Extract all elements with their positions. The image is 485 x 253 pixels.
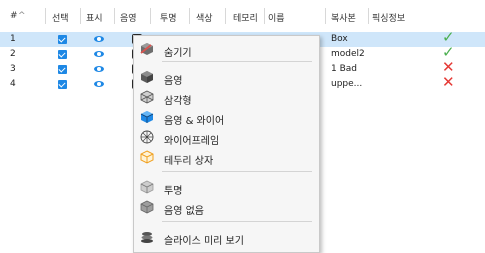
menu-item-label: 슬라이스 미리 보기 — [164, 236, 244, 247]
select-checkbox[interactable] — [58, 35, 67, 44]
column-header-color[interactable]: 색상 — [196, 11, 213, 24]
menu-item-shaded-wire[interactable]: 음영 & 와이어 — [134, 108, 319, 127]
sort-indicator-icon: ^ — [18, 11, 26, 21]
object-name: model2 — [331, 49, 365, 59]
visibility-eye-icon[interactable] — [94, 81, 104, 87]
column-header-select[interactable]: 선택 — [52, 11, 69, 24]
menu-item-hide[interactable]: 숨기기 — [134, 40, 319, 59]
column-header-border[interactable]: 테모리 — [233, 11, 258, 24]
menu-item-label: 삼각형 — [164, 96, 192, 107]
table-header: # ^ 선택 표시 음영 투명 색상 테모리 이름 복사본 픽싱정보 — [0, 0, 485, 28]
triangle-icon — [140, 90, 154, 104]
column-divider — [189, 8, 190, 24]
column-header-name[interactable]: 이름 — [268, 11, 285, 24]
select-checkbox[interactable] — [58, 65, 67, 74]
shaded-wire-icon — [140, 110, 154, 124]
menu-separator — [162, 221, 312, 222]
menu-item-label: 와이어프레임 — [164, 136, 220, 147]
select-checkbox[interactable] — [58, 80, 67, 89]
object-name: 1 Bad — [331, 64, 357, 74]
column-header-show[interactable]: 표시 — [86, 11, 103, 24]
column-divider — [114, 8, 115, 24]
row-number: 4 — [10, 79, 16, 89]
menu-item-shaded[interactable]: 음영 — [134, 68, 319, 87]
menu-item-label: 테두리 상자 — [164, 156, 214, 167]
no-shade-icon — [140, 200, 154, 214]
menu-separator — [162, 171, 312, 172]
menu-item-transparent[interactable]: 투명 — [134, 178, 319, 197]
bounding-box-icon — [140, 150, 154, 164]
menu-item-slice-preview[interactable]: 슬라이스 미리 보기 — [134, 228, 319, 247]
display-mode-context-menu: 숨기기 음영 삼각형 음영 & 와이어 와이어프레임 테두리 상자 투명 음영 … — [133, 35, 320, 253]
visibility-eye-icon[interactable] — [94, 66, 104, 72]
column-divider — [368, 8, 369, 24]
visibility-eye-icon[interactable] — [94, 36, 104, 42]
menu-item-label: 숨기기 — [164, 48, 192, 59]
column-divider — [45, 8, 46, 24]
menu-item-triangles[interactable]: 삼각형 — [134, 88, 319, 107]
column-divider — [150, 8, 151, 24]
slice-preview-icon — [140, 230, 154, 244]
transparent-icon — [140, 180, 154, 194]
menu-item-bounding-box[interactable]: 테두리 상자 — [134, 148, 319, 167]
select-checkbox[interactable] — [58, 50, 67, 59]
shaded-icon — [140, 70, 154, 84]
column-header-shade[interactable]: 음영 — [120, 11, 137, 24]
visibility-eye-icon[interactable] — [94, 51, 104, 57]
menu-item-label: 음영 & 와이어 — [164, 116, 225, 127]
menu-item-wireframe[interactable]: 와이어프레임 — [134, 128, 319, 147]
column-header-transparent[interactable]: 투명 — [160, 11, 177, 24]
row-number: 2 — [10, 49, 16, 59]
column-header-correction[interactable]: 픽싱정보 — [372, 11, 405, 24]
object-name: uppe... — [331, 79, 363, 89]
menu-item-label: 음영 없음 — [164, 206, 204, 217]
column-divider — [80, 8, 81, 24]
menu-item-no-shade[interactable]: 음영 없음 — [134, 198, 319, 217]
column-divider — [225, 8, 226, 24]
column-divider — [325, 8, 326, 24]
hide-icon — [140, 42, 154, 56]
menu-separator — [162, 61, 312, 62]
wireframe-icon — [140, 130, 154, 144]
menu-item-label: 음영 — [164, 76, 183, 87]
object-name: Box — [331, 34, 348, 44]
row-number: 3 — [10, 64, 16, 74]
row-number: 1 — [10, 34, 16, 44]
error-x-icon: ✕ — [442, 73, 455, 91]
column-divider — [264, 8, 265, 24]
column-header-num[interactable]: # — [10, 11, 18, 21]
menu-item-label: 투명 — [164, 186, 183, 197]
column-header-copy[interactable]: 복사본 — [331, 11, 356, 24]
